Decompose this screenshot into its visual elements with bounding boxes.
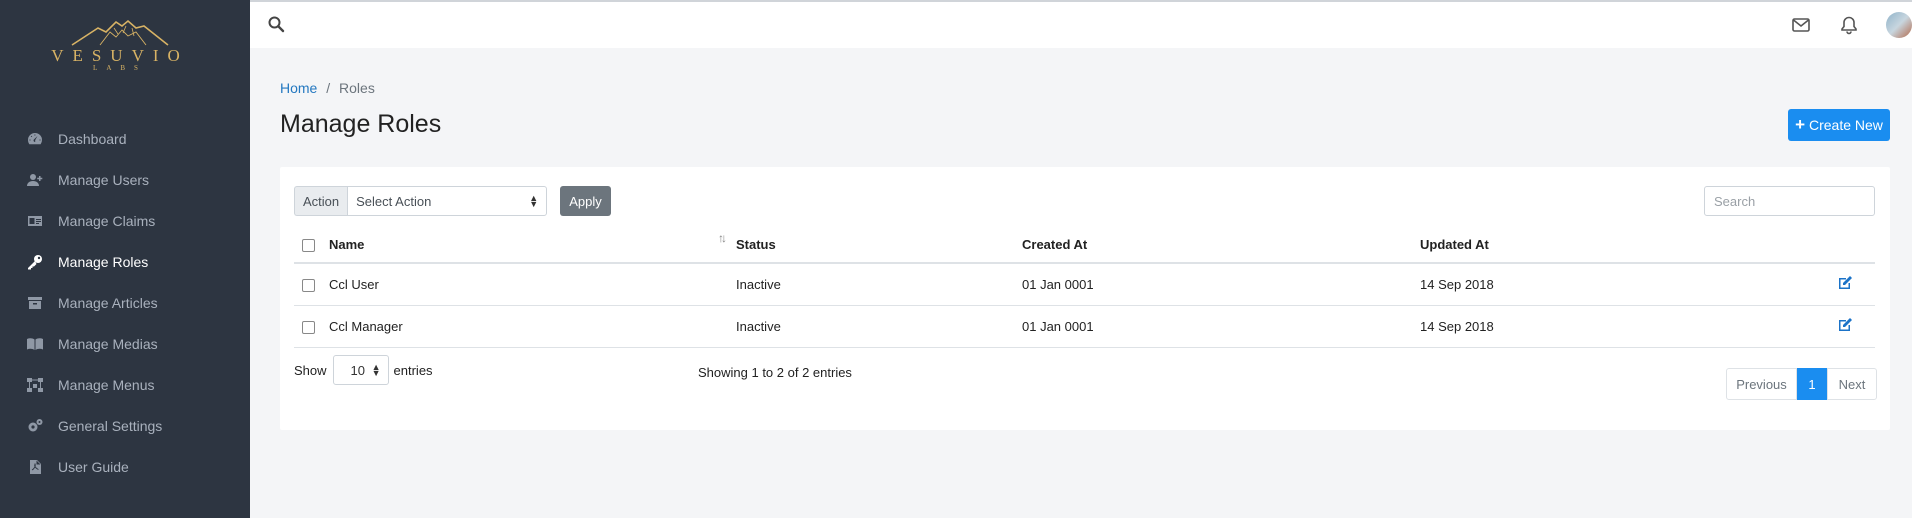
sidebar-item-label: Manage Users [58,171,150,188]
sidebar-item-medias[interactable]: Manage Medias [0,323,250,364]
table-row: Ccl Manager Inactive 01 Jan 0001 14 Sep … [294,305,1875,348]
show-label: Show [294,362,327,378]
table-search-input[interactable] [1704,186,1875,216]
user-plus-icon [26,172,44,188]
row-checkbox-cell [294,263,329,306]
file-pdf-icon [26,459,44,475]
id-card-icon [26,213,44,229]
avatar[interactable] [1886,12,1912,38]
row-name: Ccl User [329,263,736,306]
breadcrumb-home-link[interactable]: Home [280,80,317,96]
sidebar-item-label: Manage Articles [58,294,158,311]
row-status: Inactive [736,263,1022,306]
sidebar-item-claims[interactable]: Manage Claims [0,200,250,241]
mountain-logo-icon [71,19,169,46]
table-header-row: Name ↑↓ Status Created At Updated At [294,227,1875,264]
bell-icon[interactable] [1838,14,1860,36]
row-updated: 14 Sep 2018 [1420,263,1820,306]
dashboard-gauge-icon [26,131,44,147]
bulk-action-value: Select Action [356,193,432,209]
create-new-button[interactable]: + Create New [1788,109,1890,141]
roles-table: Name ↑↓ Status Created At Updated At Ccl… [294,227,1875,348]
edit-icon[interactable] [1837,317,1853,336]
create-new-label: Create New [1809,117,1883,133]
sitemap-icon [26,377,44,393]
action-label: Action [294,186,348,216]
row-created: 01 Jan 0001 [1022,263,1420,306]
sidebar-item-settings[interactable]: General Settings [0,405,250,446]
key-icon [26,254,44,270]
row-updated: 14 Sep 2018 [1420,305,1820,348]
entries-label: entries [393,362,433,378]
row-created: 01 Jan 0001 [1022,305,1420,348]
top-icons [1790,12,1912,38]
sidebar-item-guide[interactable]: User Guide [0,446,250,487]
sidebar-item-label: Manage Medias [58,335,158,352]
select-caret-icon: ▲ ▼ [371,362,381,378]
plus-icon: + [1795,115,1805,134]
sidebar-item-label: User Guide [58,458,129,475]
pagination: Previous 1 Next [1726,368,1877,400]
roles-card: Action Select Action ▲▼ Apply Name ↑↓ St… [280,167,1890,430]
page-length-select[interactable]: 10 ▲ ▼ [332,355,389,385]
sidebar-item-dashboard[interactable]: Dashboard [0,118,250,159]
sidebar-item-label: Dashboard [58,130,127,147]
search-icon[interactable] [267,15,285,33]
sidebar-item-label: Manage Menus [58,376,155,393]
breadcrumb: Home / Roles [280,80,375,96]
sidebar-item-articles[interactable]: Manage Articles [0,282,250,323]
row-checkbox[interactable] [302,320,315,334]
sidebar-item-roles[interactable]: Manage Roles [0,241,250,282]
next-page-button[interactable]: Next [1827,368,1877,400]
edit-icon[interactable] [1837,275,1853,294]
name-header[interactable]: Name ↑↓ [329,227,736,264]
bulk-action-group: Action Select Action ▲ ▼ [294,186,548,216]
sort-icon[interactable]: ↑↓ [718,231,727,245]
sidebar-item-menus[interactable]: Manage Menus [0,364,250,405]
breadcrumb-current: Roles [339,80,375,96]
envelope-icon[interactable] [1790,14,1812,36]
gears-icon [26,418,44,434]
sidebar-item-users[interactable]: Manage Users [0,159,250,200]
select-caret-icon: ▲ ▼ [529,193,539,209]
page-1-button[interactable]: 1 [1797,368,1827,400]
row-status: Inactive [736,305,1022,348]
status-header: Status [736,227,1022,264]
row-actions [1820,263,1875,306]
archive-icon [26,295,44,311]
sidebar-item-label: Manage Roles [58,253,149,270]
row-actions [1820,305,1875,348]
actions-header [1820,227,1875,264]
row-name: Ccl Manager [329,305,736,348]
book-open-icon [26,336,44,352]
page-length-value: 10 [350,362,365,378]
sidebar-item-label: General Settings [58,417,163,434]
top-bar [250,0,1912,48]
page-title: Manage Roles [280,110,442,138]
row-checkbox-cell [294,305,329,348]
previous-page-button[interactable]: Previous [1726,368,1797,400]
select-all-checkbox[interactable] [302,239,315,253]
updated-header: Updated At [1420,227,1820,264]
page-length-control: Show 10 ▲ ▼ entries [294,355,433,385]
bulk-action-select[interactable]: Select Action ▲ ▼ [347,186,548,216]
breadcrumb-separator: / [326,80,331,96]
select-all-cell [294,227,329,264]
sidebar-item-label: Manage Claims [58,212,156,229]
table-row: Ccl User Inactive 01 Jan 0001 14 Sep 201… [294,263,1875,306]
sidebar: VESUVIO LABS Dashboard Manage Users Mana… [0,0,250,518]
created-header: Created At [1022,227,1420,264]
name-header-label: Name [329,237,365,252]
table-info: Showing 1 to 2 of 2 entries [698,365,852,380]
brand-name: VESUVIO [51,46,189,65]
sidebar-nav: Dashboard Manage Users Manage Claims Man… [0,118,250,487]
row-checkbox[interactable] [302,278,315,292]
brand-logo[interactable]: VESUVIO LABS [40,18,200,86]
apply-button[interactable]: Apply [560,186,611,216]
